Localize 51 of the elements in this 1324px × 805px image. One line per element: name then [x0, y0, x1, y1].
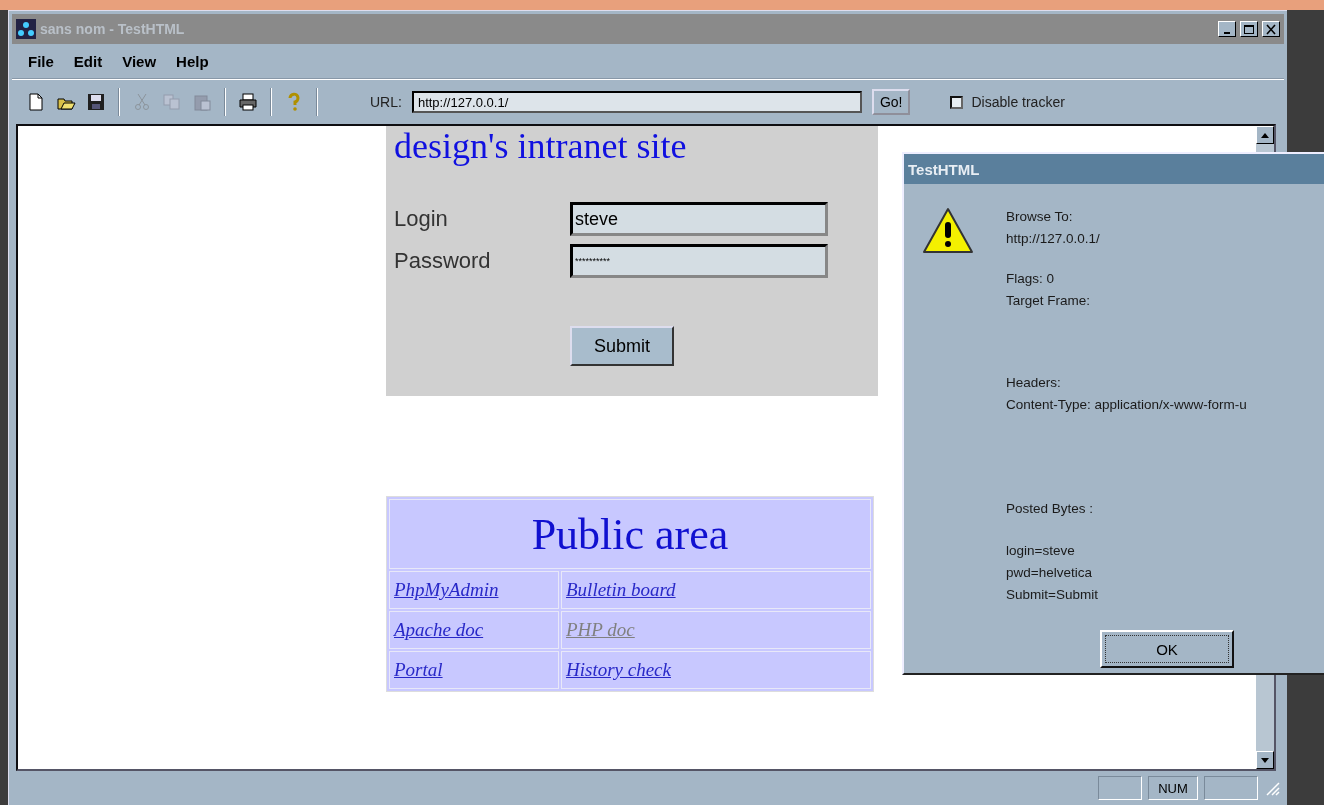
submit-button[interactable]: Submit	[570, 326, 674, 366]
printer-icon[interactable]	[238, 92, 258, 112]
menu-item[interactable]: Help	[166, 52, 219, 70]
link[interactable]: History check	[566, 659, 671, 680]
checkbox[interactable]	[950, 95, 964, 109]
password-field[interactable]: **********	[570, 244, 828, 278]
minimize-icon	[1224, 31, 1230, 34]
message-line: Browse To:	[1006, 208, 1074, 226]
message-line: http://127.0.0.1/	[1006, 230, 1101, 248]
warning-icon	[922, 206, 974, 256]
menu-item[interactable]: File	[18, 52, 64, 70]
minimize-button[interactable]	[1218, 21, 1236, 37]
close-button[interactable]	[1262, 21, 1280, 37]
status-pane	[1204, 776, 1258, 800]
app-logo-icon	[16, 19, 36, 39]
menu-item[interactable]: Edit	[63, 52, 113, 70]
message-line: pwd=helvetica	[1006, 564, 1093, 582]
status-pane	[1098, 776, 1142, 800]
scroll-up-button[interactable]	[1256, 126, 1274, 144]
menu-item[interactable]: View	[112, 52, 167, 70]
maximize-button[interactable]	[1240, 21, 1258, 37]
close-icon	[1265, 23, 1277, 35]
status-pane: NUM	[1148, 776, 1198, 800]
go-button[interactable]: Go!	[871, 89, 911, 115]
message-line: login=steve	[1006, 542, 1076, 560]
field-label: Password	[394, 248, 492, 274]
down-arrow-icon	[1261, 757, 1269, 763]
maximize-icon	[1243, 23, 1255, 35]
message-line: Content-Type: application/x-www-form-u	[1006, 396, 1247, 414]
table-title: Public area	[389, 499, 871, 569]
new-file-icon[interactable]	[26, 92, 46, 112]
scroll-down-button[interactable]	[1256, 751, 1274, 769]
ok-button[interactable]: OK	[1100, 630, 1234, 668]
resize-grip-icon[interactable]	[1264, 780, 1280, 796]
dialog-title: TestHTML	[908, 160, 980, 178]
checkbox-label: Disable tracker	[971, 94, 1065, 110]
message-line: Target Frame:	[1006, 292, 1092, 310]
page-heading: design's intranet site	[394, 126, 688, 166]
link[interactable]: Portal	[394, 659, 443, 680]
message-line: Headers:	[1006, 374, 1062, 392]
window-title: sans nom - TestHTML	[40, 21, 186, 37]
message-line: Posted Bytes :	[1006, 500, 1095, 518]
url-label: URL:	[370, 94, 402, 110]
message-line: Flags: 0	[1006, 270, 1056, 288]
up-arrow-icon	[1261, 132, 1269, 138]
link[interactable]: Bulletin board	[566, 579, 676, 600]
field-label: Login	[394, 206, 449, 232]
url-field[interactable]: http://127.0.0.1/	[411, 91, 862, 113]
message-line: Submit=Submit	[1006, 586, 1099, 604]
input-field[interactable]: steve	[570, 202, 828, 236]
floppy-disk-icon[interactable]	[86, 92, 106, 112]
